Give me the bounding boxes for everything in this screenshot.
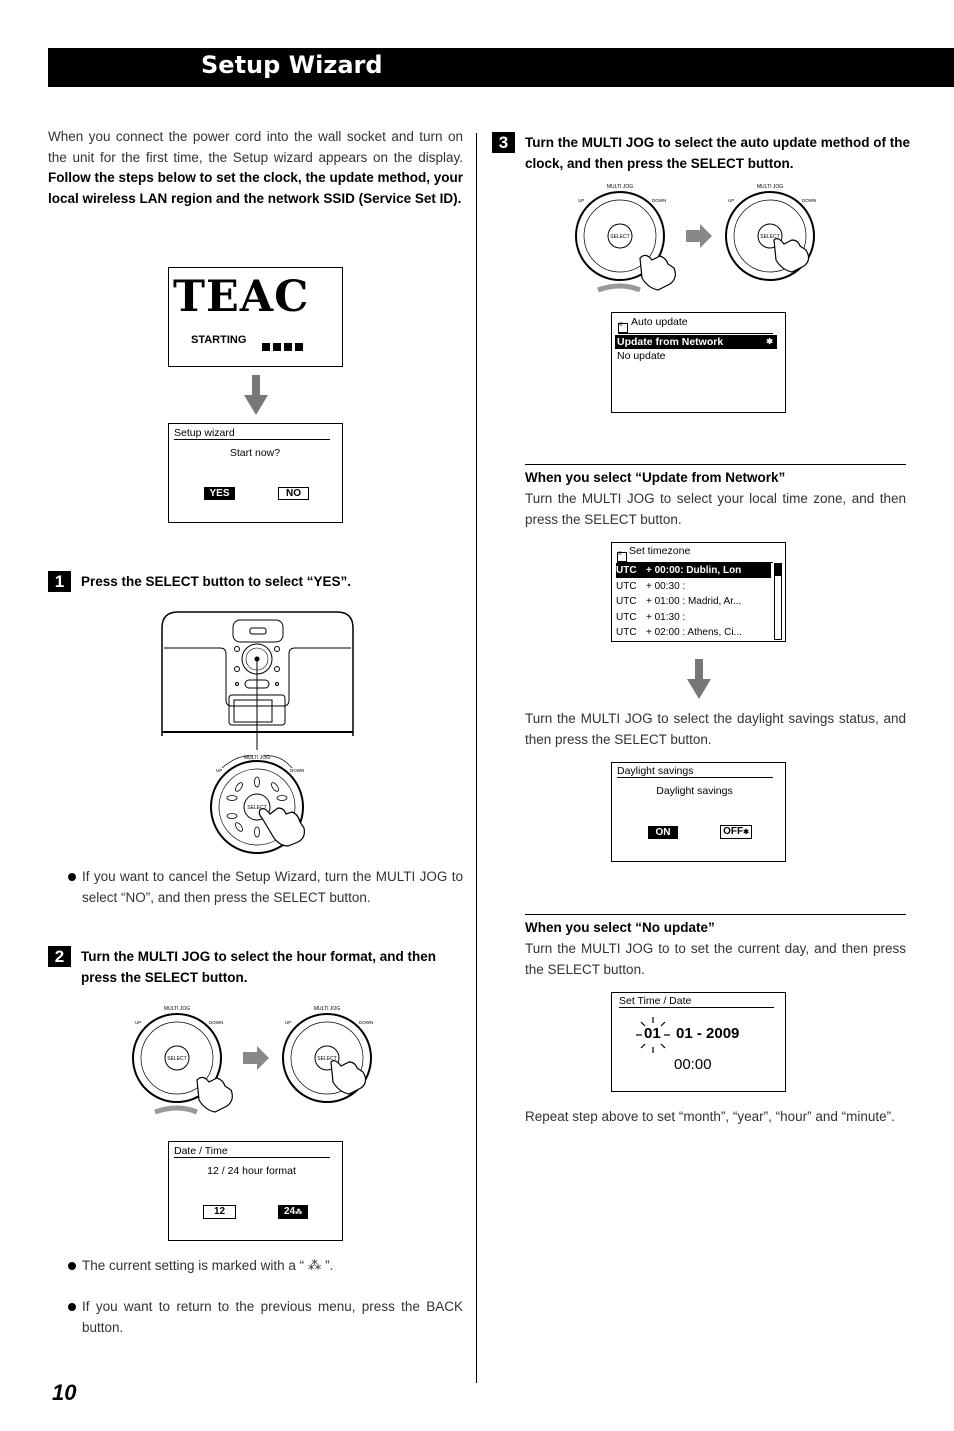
svg-text:SELECT: SELECT [167, 1056, 186, 1062]
svg-text:DOWN: DOWN [652, 198, 666, 203]
note-current-setting: The current setting is marked with a “ ⁂… [48, 1256, 463, 1277]
lcd-title: Setup wizard [174, 427, 330, 440]
note-back: If you want to return to the previous me… [48, 1297, 463, 1338]
title-bar: Setup Wizard [48, 48, 954, 87]
jog-dial-turn: MULTI JOG UP DOWN SELECT [132, 1006, 233, 1115]
arrow-down-icon [244, 375, 268, 415]
timezone-row[interactable]: UTC + 01:00 : Madrid, Ar... [616, 594, 741, 609]
column-divider [476, 133, 477, 1383]
svg-text:UP: UP [578, 198, 584, 203]
progress-blocks [262, 338, 303, 356]
timezone-row[interactable]: UTC + 00:30 : [616, 579, 685, 594]
auto-update-item-selected[interactable]: Update from Network ✱ [615, 335, 777, 349]
jog-up-label: UP [216, 768, 222, 773]
arrow-right-icon [686, 224, 712, 248]
repeat-instruction: Repeat step above to set “month”, “year”… [525, 1109, 895, 1124]
svg-text:MULTI JOG: MULTI JOG [607, 184, 633, 190]
svg-text:DOWN: DOWN [209, 1020, 223, 1025]
note-cancel: If you want to cancel the Setup Wizard, … [48, 867, 463, 908]
current-mark-icon: ⁂ [295, 1209, 303, 1216]
multi-jog-dial-illustration: MULTI JOG UP DOWN SELECT [210, 738, 305, 854]
intro-paragraph: When you connect the power cord into the… [48, 129, 463, 206]
svg-text:SELECT: SELECT [610, 234, 629, 240]
lcd-title: ≡ Auto update [618, 316, 773, 334]
page-title: Setup Wizard [201, 51, 383, 79]
lcd-set-timezone: ≡ Set timezone UTC + 00:00: Dublin, Lon UT… [611, 542, 786, 642]
svg-text:MULTI JOG: MULTI JOG [164, 1006, 190, 1012]
jog-dial-press: MULTI JOG UP DOWN SELECT [282, 1006, 373, 1103]
time-value: 00:00 [674, 1056, 712, 1073]
scrollbar-thumb[interactable] [775, 564, 781, 576]
lcd-daylight-savings: Daylight savings Daylight savings ON OFF… [611, 762, 786, 862]
teac-logo: TEAC [173, 272, 310, 322]
scrollbar[interactable] [774, 563, 782, 640]
jog-turn-and-press-illustration: MULTI JOG UP DOWN SELECT MULTI JOG UP DOWN… [575, 184, 816, 293]
off-option[interactable]: OFF✱ [720, 825, 752, 839]
menu-list-icon: ≡ [617, 551, 627, 562]
lcd-auto-update: ≡ Auto update Update from Network ✱ No upd… [611, 312, 786, 413]
step-2-text: Turn the MULTI JOG to select the hour fo… [81, 949, 437, 985]
current-mark-icon: ✱ [766, 337, 773, 346]
arrow-right-icon [243, 1046, 269, 1070]
day-value-blinking[interactable]: 01 [644, 1025, 661, 1042]
lcd-title: Daylight savings [617, 765, 773, 778]
no-option[interactable]: NO [278, 487, 309, 500]
step-number-1: 1 [48, 571, 71, 592]
auto-update-item[interactable]: No update [617, 350, 665, 362]
svg-text:UP: UP [135, 1020, 141, 1025]
daylight-instruction: Turn the MULTI JOG to select the dayligh… [525, 711, 906, 747]
timezone-row[interactable]: UTC + 02:00 : Athens, Ci... [616, 625, 742, 640]
page-number: 10 [52, 1380, 77, 1405]
lcd-startup-screen: TEAC STARTING [168, 267, 343, 367]
lcd-prompt: Start now? [229, 447, 281, 459]
timezone-row-selected[interactable]: UTC + 00:00: Dublin, Lon [616, 563, 771, 578]
section-rule [525, 464, 906, 465]
svg-text:UP: UP [728, 198, 734, 203]
lcd-title: Set Time / Date [619, 995, 774, 1008]
svg-text:MULTI JOG: MULTI JOG [314, 1006, 340, 1012]
jog-dial-press: MULTI JOG UP DOWN SELECT [725, 184, 816, 281]
month-year-value: 01 - 2009 [676, 1025, 740, 1042]
noupdate-section-heading: When you select “No update” [525, 920, 715, 935]
step-3-text: Turn the MULTI JOG to select the auto up… [525, 135, 911, 171]
lcd-setup-wizard: Setup wizard Start now? YES NO [168, 423, 343, 523]
lcd-title: ≡ Set timezone [617, 545, 773, 563]
intro-bold: Follow the steps below to set the clock,… [48, 170, 463, 206]
current-mark-icon: ✱ [743, 829, 749, 836]
lcd-prompt: 12 / 24 hour format [207, 1165, 296, 1177]
lcd-set-time-date: Set Time / Date 01 01 - 2009 00:00 [611, 992, 786, 1092]
lcd-prompt: Daylight savings [656, 785, 733, 797]
svg-text:MULTI JOG: MULTI JOG [757, 184, 783, 190]
option-12[interactable]: 12 [203, 1205, 236, 1219]
svg-text:UP: UP [285, 1020, 291, 1025]
step-number-2: 2 [48, 946, 71, 967]
lcd-date-time: Date / Time 12 / 24 hour format 12 24⁂ [168, 1141, 343, 1241]
jog-dial-turn: MULTI JOG UP DOWN SELECT [575, 184, 676, 293]
option-24-selected[interactable]: 24⁂ [278, 1205, 308, 1219]
on-option-selected[interactable]: ON [648, 826, 678, 839]
noupdate-section-text: Turn the MULTI JOG to to set the current… [525, 941, 906, 977]
network-section-text: Turn the MULTI JOG to select your local … [525, 491, 906, 527]
jog-down-label: DOWN [290, 768, 304, 773]
section-rule [525, 914, 906, 915]
network-section-heading: When you select “Update from Network” [525, 470, 786, 485]
menu-list-icon: ≡ [618, 322, 628, 333]
svg-text:DOWN: DOWN [802, 198, 816, 203]
lcd-title: Date / Time [174, 1145, 330, 1158]
arrow-down-icon [687, 659, 711, 699]
svg-text:DOWN: DOWN [359, 1020, 373, 1025]
starting-label: STARTING [191, 334, 247, 346]
step-number-3: 3 [492, 132, 515, 153]
yes-option-selected[interactable]: YES [204, 487, 235, 500]
device-front-illustration [161, 611, 354, 738]
timezone-row[interactable]: UTC + 01:30 : [616, 610, 685, 625]
step-1-text: Press the SELECT button to select “YES”. [81, 574, 352, 589]
jog-turn-and-press-illustration: MULTI JOG UP DOWN SELECT MULTI JOG UP DOWN… [132, 1006, 373, 1115]
